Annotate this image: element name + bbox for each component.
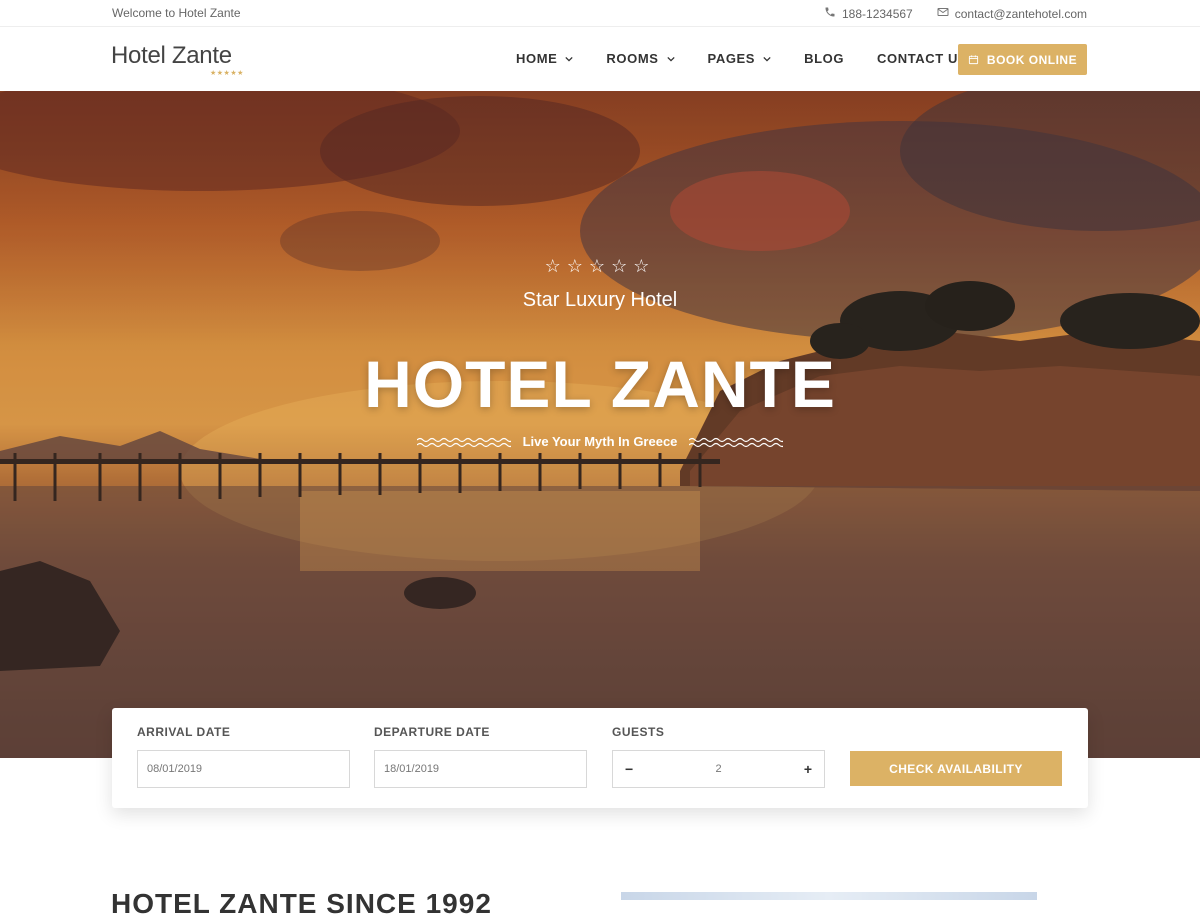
arrival-date-label: ARRIVAL DATE [137, 725, 231, 739]
arrival-date-field: ARRIVAL DATE 08/01/2019 [137, 725, 350, 788]
tagline-text: Live Your Myth In Greece [522, 434, 678, 449]
guests-value[interactable]: 2 [715, 763, 721, 775]
phone-number: 188-1234567 [842, 6, 913, 21]
guests-decrement-button[interactable]: − [625, 761, 633, 777]
booking-form: ARRIVAL DATE 08/01/2019 DEPARTURE DATE 1… [112, 708, 1088, 808]
nav-pages-label: PAGES [707, 51, 756, 66]
departure-date-field: DEPARTURE DATE 18/01/2019 [374, 725, 587, 788]
chevron-down-icon [565, 56, 574, 62]
logo-text: Hotel Zante [111, 42, 232, 69]
welcome-text: Welcome to Hotel Zante [112, 6, 241, 20]
book-online-button[interactable]: BOOK ONLINE [958, 44, 1087, 75]
departure-date-label: DEPARTURE DATE [374, 725, 490, 739]
envelope-icon [937, 6, 949, 21]
guests-stepper: − 2 + [612, 750, 825, 788]
site-logo[interactable]: Hotel Zante ★★★★★ [111, 42, 243, 77]
top-bar: Welcome to Hotel Zante 188-1234567 conta… [0, 0, 1200, 27]
contact-info: 188-1234567 contact@zantehotel.com [824, 6, 1087, 21]
hero-star-rating: ☆☆☆☆☆ [544, 256, 656, 276]
nav-blog-label: BLOG [804, 51, 845, 66]
departure-date-input[interactable]: 18/01/2019 [374, 750, 587, 788]
nav-contact-us[interactable]: CONTACT US [877, 51, 967, 66]
nav-contact-label: CONTACT US [877, 51, 968, 66]
guests-field: GUESTS − 2 + [612, 725, 825, 788]
section-image [621, 892, 1037, 900]
phone-icon [824, 6, 836, 21]
arrival-date-input[interactable]: 08/01/2019 [137, 750, 350, 788]
email-address: contact@zantehotel.com [954, 6, 1087, 21]
wave-icon [416, 437, 511, 447]
main-nav: HOME ROOMS PAGES BLOG CONTACT US [516, 51, 1000, 66]
nav-pages[interactable]: PAGES [708, 51, 772, 66]
nav-rooms[interactable]: ROOMS [606, 51, 675, 66]
guests-increment-button[interactable]: + [804, 761, 812, 777]
email-contact[interactable]: contact@zantehotel.com [937, 6, 1087, 21]
hero-banner: ☆☆☆☆☆ Star Luxury Hotel HOTEL ZANTE Live… [0, 91, 1200, 758]
nav-blog[interactable]: BLOG [804, 51, 844, 66]
chevron-down-icon [763, 56, 771, 62]
chevron-down-icon [666, 56, 675, 62]
nav-home[interactable]: HOME [516, 51, 574, 66]
hero-title: HOTEL ZANTE [364, 347, 836, 421]
nav-home-label: HOME [516, 51, 558, 66]
guests-label: GUESTS [612, 725, 665, 739]
calendar-icon [968, 55, 978, 65]
nav-rooms-label: ROOMS [606, 51, 659, 66]
site-header: Hotel Zante ★★★★★ HOME ROOMS PAGES BLOG … [0, 27, 1200, 91]
wave-icon [689, 437, 784, 447]
book-online-label: BOOK ONLINE [986, 52, 1078, 67]
logo-stars: ★★★★★ [210, 70, 244, 77]
phone-contact[interactable]: 188-1234567 [824, 6, 913, 21]
hero-overlay [0, 91, 1200, 758]
section-heading: HOTEL ZANTE SINCE 1992 [111, 888, 492, 919]
check-availability-button[interactable]: CHECK AVAILABILITY [850, 751, 1062, 786]
hero-subtitle: Star Luxury Hotel [522, 289, 678, 311]
hero-tagline: Live Your Myth In Greece [0, 434, 1200, 449]
